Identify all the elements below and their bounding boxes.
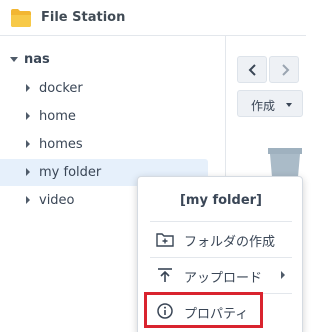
upload-icon [156, 267, 174, 287]
chevron-right-icon[interactable] [26, 196, 30, 204]
sidebar-item-docker[interactable]: docker [0, 75, 208, 102]
sidebar-item-homes[interactable]: homes [0, 131, 208, 158]
chevron-right-icon[interactable] [26, 84, 30, 92]
chevron-down-icon[interactable] [10, 57, 18, 62]
title-bar: File Station [0, 0, 306, 36]
chevron-right-icon[interactable] [26, 112, 30, 120]
sidebar-item-label: home [39, 109, 76, 124]
menu-divider [150, 257, 292, 258]
menu-item-upload[interactable]: アップロード [146, 259, 296, 291]
forward-button[interactable] [269, 56, 299, 83]
chevron-right-icon[interactable] [26, 140, 30, 148]
sidebar-item-label: video [39, 193, 75, 208]
create-button[interactable]: 作成 [237, 90, 303, 117]
chevron-right-icon[interactable] [26, 168, 30, 176]
sidebar-item-label: docker [39, 81, 83, 96]
create-button-label: 作成 [251, 99, 276, 113]
sidebar-item-label: homes [39, 137, 83, 152]
highlight-box [144, 292, 263, 328]
menu-divider [150, 221, 292, 222]
create-folder-icon [156, 231, 174, 251]
menu-item-label: アップロード [184, 271, 263, 286]
folder-icon [10, 7, 32, 28]
menu-item-label: フォルダの作成 [184, 235, 276, 250]
caret-down-icon [286, 103, 292, 107]
context-menu-header: [my folder] [179, 193, 262, 208]
submenu-arrow-icon [281, 271, 285, 279]
app-title: File Station [41, 10, 126, 25]
sidebar-item-home[interactable]: home [0, 103, 208, 130]
menu-item-create-folder[interactable]: フォルダの作成 [146, 223, 296, 255]
sidebar-item-label: my folder [39, 165, 102, 180]
tree-root-nas[interactable]: nas [24, 52, 50, 68]
back-button[interactable] [237, 56, 267, 83]
